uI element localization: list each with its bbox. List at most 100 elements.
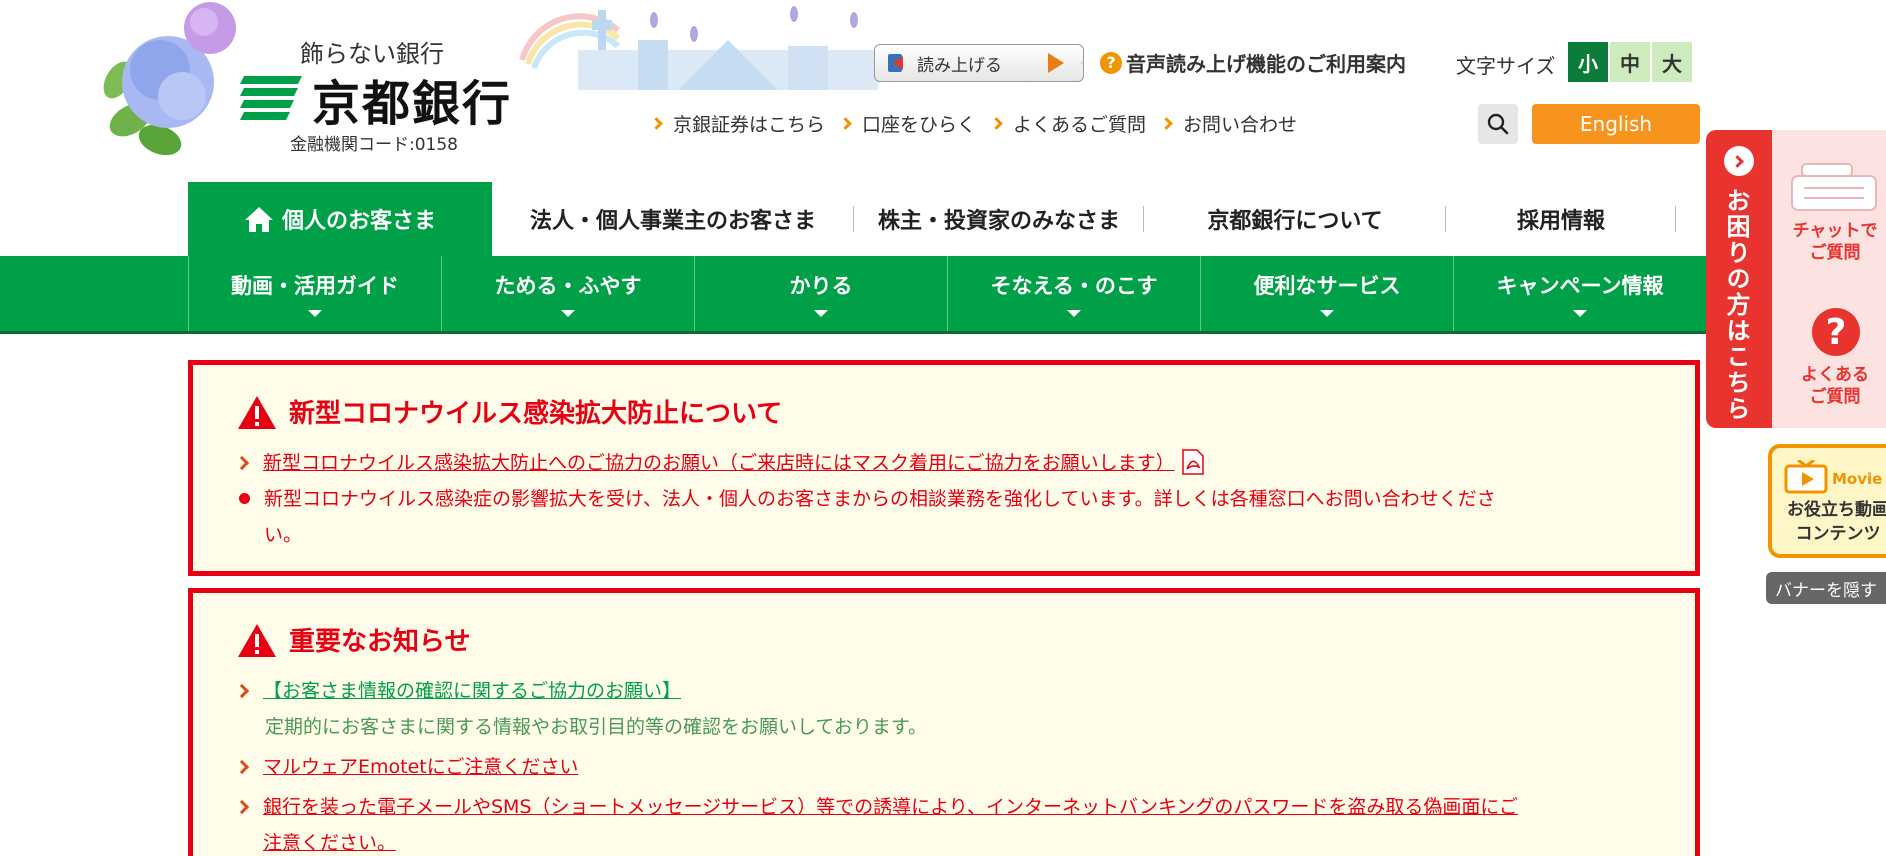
tab-personal-label: 個人のお客さま [281,209,436,234]
pdf-icon [1181,449,1204,475]
caret-down-icon [814,310,828,317]
play-icon [1048,53,1064,73]
chevron-right-icon [650,117,663,130]
menu-save-invest-label: ためる・ふやす [494,274,642,298]
speaker-icon [888,54,903,72]
covid-consult-line-2: い。 [264,524,303,546]
chevron-circle-icon [1724,146,1754,176]
menu-prepare-leave-label: そなえる・のこす [990,274,1158,298]
bank-logo-icon [240,76,302,120]
voice-guide-link[interactable]: ? 音声読み上げ機能のご利用案内 [1100,48,1406,77]
tab-personal[interactable]: 個人のお客さま [188,182,492,256]
phishing-link-block[interactable]: 銀行を装った電子メールやSMS（ショートメッセージサービス）等での誘導により、イ… [263,789,1518,856]
bank-name-logo[interactable]: 京都銀行 [312,64,512,134]
menu-campaigns-label: キャンペーン情報 [1496,274,1664,298]
covid-notice-title-text: 新型コロナウイルス感染拡大防止について [289,399,783,429]
site-header: 飾らない銀行 京都銀行 金融機関コード:0158 読み上げる ? 音声読み上げ機 [0,0,1886,182]
tab-investors[interactable]: 株主・投資家のみなさま [854,182,1144,256]
covid-notice-title: 新型コロナウイルス感染拡大防止について [237,393,782,430]
secondary-nav-inner: 動画・活用ガイド ためる・ふやす かりる そなえる・のこす 便利なサービス キャ… [188,256,1706,331]
emotet-item: マルウェアEmotetにご注意ください [234,749,578,785]
chevron-right-icon [234,455,250,471]
side-faq-button[interactable]: ? よくある ご質問 [1790,308,1886,408]
chat-button[interactable]: チャットで ご質問 [1790,160,1886,264]
caret-down-icon [561,310,575,317]
chevron-right-icon [234,799,250,815]
caret-down-icon [1320,310,1334,317]
open-account-link-label: 口座をひらく [862,114,977,136]
caret-down-icon [1067,310,1081,317]
help-tab[interactable]: お困りの方はこちら [1706,130,1772,428]
covid-request-link[interactable]: 新型コロナウイルス感染拡大防止へのご協力のお願い（ご来店時にはマスク着用にご協力… [263,445,1175,481]
phishing-item: 銀行を装った電子メールやSMS（ショートメッセージサービス）等での誘導により、イ… [234,789,1677,856]
read-aloud-label: 読み上げる [917,55,1002,76]
menu-borrow-label: かりる [789,274,853,298]
faq-link-label: よくあるご質問 [1013,114,1147,136]
font-size-label: 文字サイズ [1456,54,1556,78]
phishing-link-line-1[interactable]: 銀行を装った電子メールやSMS（ショートメッセージサービス）等での誘導により、イ… [263,789,1518,825]
menu-save-invest[interactable]: ためる・ふやす [441,256,694,331]
caret-down-icon [308,310,322,317]
securities-link[interactable]: 京銀証券はこちら [650,110,826,137]
movie-label-line-1: お役立ち動画 [1787,500,1886,520]
menu-services[interactable]: 便利なサービス [1200,256,1453,331]
chevron-right-icon [839,117,852,130]
menu-video-guide[interactable]: 動画・活用ガイド [188,256,441,331]
tab-about[interactable]: 京都銀行について [1144,182,1446,256]
important-notice-title-text: 重要なお知らせ [289,627,471,657]
chat-icon [1791,163,1877,211]
faq-link[interactable]: よくあるご質問 [990,110,1147,137]
tab-recruit[interactable]: 採用情報 [1446,182,1676,256]
kyoto-cityscape-illustration [519,6,878,90]
important-notice-title: 重要なお知らせ [237,621,470,658]
menu-campaigns[interactable]: キャンペーン情報 [1453,256,1706,331]
covid-consult-line-1: 新型コロナウイルス感染症の影響拡大を受け、法人・個人のお客さまからの相談業務を強… [264,488,1496,510]
customer-info-desc: 定期的にお客さまに関する情報やお取引目的等の確認をお願いしております。 [265,716,927,738]
search-button[interactable] [1478,104,1518,144]
phishing-link-line-2-wrap: 注意ください。 [263,825,1518,856]
covid-request-item: 新型コロナウイルス感染拡大防止へのご協力のお願い（ご来店時にはマスク着用にご協力… [234,445,1205,481]
menu-prepare-leave[interactable]: そなえる・のこす [947,256,1200,331]
bullet-dot [239,493,250,504]
phishing-link-line-2[interactable]: 注意ください。 [263,832,396,854]
side-faq-label-line-1: よくある [1801,365,1869,385]
home-icon [244,207,273,232]
chat-label-line-1: チャットで [1792,221,1878,241]
hydrangea-illustration [103,2,236,156]
emotet-link[interactable]: マルウェアEmotetにご注意ください [263,749,578,785]
movie-label: お役立ち動画 コンテンツ [1778,498,1886,546]
hide-banner-button[interactable]: バナーを隠す [1766,572,1886,604]
secondary-nav: 動画・活用ガイド ためる・ふやす かりる そなえる・のこす 便利なサービス キャ… [0,256,1706,334]
securities-link-label: 京銀証券はこちら [673,114,826,136]
customer-info-item: 【お客さま情報の確認に関するご協力のお願い】 [234,673,681,709]
chevron-right-icon [234,759,250,775]
menu-video-guide-label: 動画・活用ガイド [231,274,399,298]
menu-borrow[interactable]: かりる [694,256,947,331]
movie-label-line-2: コンテンツ [1795,524,1881,544]
chevron-right-icon [990,117,1003,130]
customer-info-link[interactable]: 【お客さま情報の確認に関するご協力のお願い】 [263,673,681,709]
voice-guide-label: 音声読み上げ機能のご利用案内 [1126,52,1406,76]
tab-corporate[interactable]: 法人・個人事業主のお客さま [492,182,854,256]
bank-code: 金融機関コード:0158 [290,135,458,155]
english-button[interactable]: English [1532,104,1700,144]
header-sublinks: 京銀証券はこちら 口座をひらく よくあるご質問 お問い合わせ [650,110,1298,137]
contact-link[interactable]: お問い合わせ [1160,110,1298,137]
tv-play-icon [1784,460,1828,494]
search-icon [1487,113,1509,135]
chat-label-line-2: ご質問 [1809,243,1861,263]
help-tab-label: お困りの方はこちら [1722,188,1750,422]
chevron-right-icon [234,683,250,699]
covid-consult-text: 新型コロナウイルス感染症の影響拡大を受け、法人・個人のお客さまからの相談業務を強… [264,481,1496,553]
chevron-right-icon [1160,117,1173,130]
covid-consult-item: 新型コロナウイルス感染症の影響拡大を受け、法人・個人のお客さまからの相談業務を強… [237,481,1657,553]
important-notice-panel: 重要なお知らせ 【お客さま情報の確認に関するご協力のお願い】 定期的にお客さまに… [188,588,1700,856]
font-size-large-button[interactable]: 大 [1652,42,1692,82]
font-size-medium-button[interactable]: 中 [1610,42,1650,82]
font-size-small-button[interactable]: 小 [1568,42,1608,82]
contact-link-label: お問い合わせ [1183,114,1298,136]
open-account-link[interactable]: 口座をひらく [839,110,977,137]
movie-content-banner[interactable]: Movie お役立ち動画 コンテンツ [1768,444,1886,558]
primary-nav: 個人のお客さま 法人・個人事業主のお客さま 株主・投資家のみなさま 京都銀行につ… [188,182,1706,256]
caret-down-icon [1573,310,1587,317]
